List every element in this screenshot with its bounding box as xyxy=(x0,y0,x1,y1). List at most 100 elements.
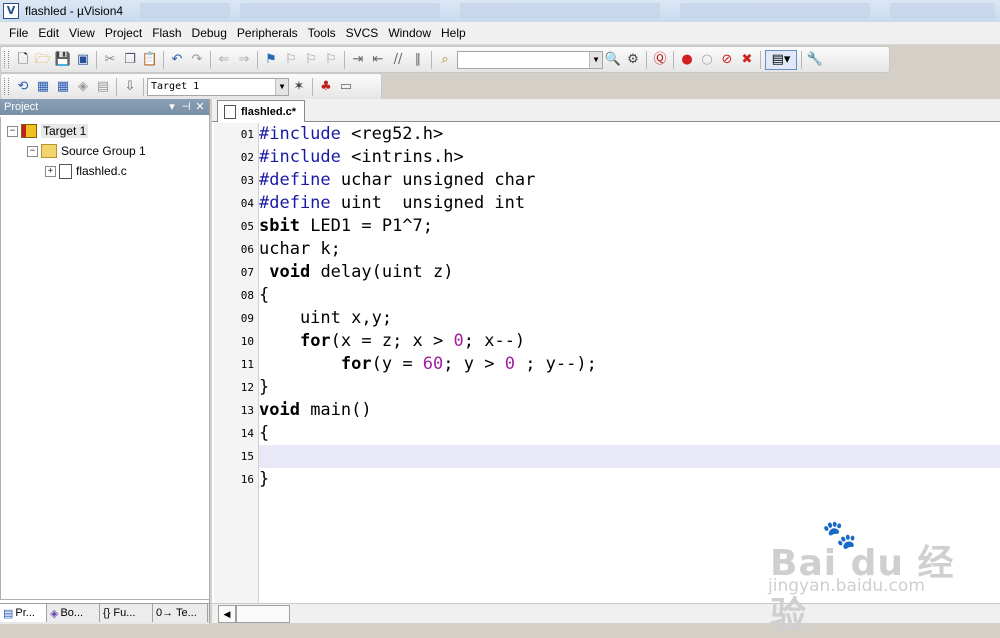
bookmark-prev-icon[interactable]: ⚐ xyxy=(282,51,300,69)
download-icon[interactable]: ⇩ xyxy=(121,78,139,96)
code-line: #include <reg52.h> xyxy=(259,124,444,144)
tree-item-target[interactable]: − Target 1 xyxy=(7,122,89,140)
toolbar-grip[interactable] xyxy=(4,78,9,95)
menu-debug[interactable]: Debug xyxy=(187,26,232,40)
scroll-left-icon[interactable]: ◀ xyxy=(218,605,236,623)
find-icon[interactable]: 🔍 xyxy=(604,51,622,69)
tab-flashled-c[interactable]: flashled.c* xyxy=(217,100,306,122)
menu-flash[interactable]: Flash xyxy=(147,26,186,40)
line-number: 16 xyxy=(240,473,254,486)
line-number: 14 xyxy=(240,427,254,440)
watermark-url: jingyan.baidu.com xyxy=(768,576,925,596)
window-layout-icon[interactable]: ▤▾ xyxy=(765,49,797,70)
line-number: 08 xyxy=(240,289,254,302)
tree-item-group[interactable]: − Source Group 1 xyxy=(27,142,146,160)
menu-help[interactable]: Help xyxy=(436,26,471,40)
stop-build-icon[interactable]: ▤ xyxy=(94,78,112,96)
menu-project[interactable]: Project xyxy=(100,26,147,40)
save-icon[interactable]: 💾 xyxy=(54,51,72,69)
books-icon: ◈ xyxy=(50,607,59,620)
menu-svcs[interactable]: SVCS xyxy=(341,26,384,40)
translate-icon[interactable]: ⟲ xyxy=(14,78,32,96)
configure-icon[interactable]: 🔧 xyxy=(806,51,824,69)
target-select[interactable]: Target 1 ▼ xyxy=(147,77,289,96)
code-line: { xyxy=(259,423,270,443)
unindent-icon[interactable]: ⇤ xyxy=(369,51,387,69)
find-in-files-icon[interactable]: ⌕ xyxy=(436,51,454,69)
navigate-forward-icon[interactable]: ⇒ xyxy=(235,51,253,69)
bookmark-icon[interactable]: ⚑ xyxy=(262,51,280,69)
menu-file[interactable]: File xyxy=(0,26,33,40)
navigate-back-icon[interactable]: ⇐ xyxy=(215,51,233,69)
separator xyxy=(143,77,144,96)
tab-label: flashled.c* xyxy=(241,105,297,118)
redo-icon[interactable]: ↷ xyxy=(188,51,206,69)
rebuild-icon[interactable]: ▦ xyxy=(54,78,72,96)
tree-label-file: flashled.c xyxy=(76,164,127,178)
folder-icon xyxy=(41,144,57,158)
code-line: #define uchar unsigned char xyxy=(259,170,536,190)
build-toolbar: ⟲ ▦ ▦ ◈ ▤ ⇩ Target 1 ▼ ✶ ♣ ▭ xyxy=(0,73,382,100)
separator xyxy=(646,50,647,69)
breakpoint-disable-all-icon[interactable]: ⊘ xyxy=(718,51,736,69)
pin-icon[interactable]: ⊣ xyxy=(179,99,193,115)
separator xyxy=(163,50,164,69)
copy-icon[interactable]: ❐ xyxy=(121,51,139,69)
breakpoint-insert-icon[interactable]: ● xyxy=(678,51,696,69)
manage-components-icon[interactable]: ♣ xyxy=(317,78,335,96)
tab-books[interactable]: ◈ Bo... xyxy=(47,604,100,622)
chevron-down-icon[interactable]: ▼ xyxy=(589,51,602,68)
code-line: } xyxy=(259,469,270,489)
project-bottom-tabs: ▤ Pr... ◈ Bo... {} Fu... 0→ Te... xyxy=(0,603,209,624)
line-number: 15 xyxy=(240,450,254,463)
separator xyxy=(431,50,432,69)
indent-icon[interactable]: ⇥ xyxy=(349,51,367,69)
manage-multi-project-icon[interactable]: ▭ xyxy=(337,78,355,96)
breakpoint-kill-all-icon[interactable]: ✖ xyxy=(738,51,756,69)
line-number: 12 xyxy=(240,381,254,394)
menu-tools[interactable]: Tools xyxy=(303,26,341,40)
close-icon[interactable]: ✕ xyxy=(193,99,207,115)
undo-icon[interactable]: ↶ xyxy=(168,51,186,69)
batch-build-icon[interactable]: ◈ xyxy=(74,78,92,96)
panel-menu-icon[interactable]: ▾ xyxy=(165,99,179,115)
toolbar-grip[interactable] xyxy=(4,51,9,68)
bookmark-next-icon[interactable]: ⚐ xyxy=(302,51,320,69)
find-combo[interactable]: ▼ xyxy=(457,50,603,69)
tree-item-file[interactable]: + flashled.c xyxy=(45,162,127,180)
new-file-icon[interactable]: 🗋 xyxy=(14,51,32,69)
project-panel-header: Project ▾ ⊣ ✕ xyxy=(0,99,209,115)
comment-icon[interactable]: // xyxy=(389,51,407,69)
menu-edit[interactable]: Edit xyxy=(33,26,64,40)
bookmark-clear-icon[interactable]: ⚐ xyxy=(322,51,340,69)
target-options-icon[interactable]: ✶ xyxy=(290,78,308,96)
incremental-find-icon[interactable]: ⚙ xyxy=(624,51,642,69)
open-folder-icon[interactable]: 🗁 xyxy=(34,51,52,69)
paste-icon[interactable]: 📋 xyxy=(141,51,159,69)
menu-window[interactable]: Window xyxy=(383,26,436,40)
uncomment-icon[interactable]: ∥ xyxy=(409,51,427,69)
tab-project[interactable]: ▤ Pr... xyxy=(0,604,47,622)
code-line: void delay(uint z) xyxy=(269,262,454,282)
tree-label-group: Source Group 1 xyxy=(61,144,146,158)
debug-session-icon[interactable]: Ⓠ xyxy=(651,51,669,69)
save-all-icon[interactable]: ▣ xyxy=(74,51,92,69)
tab-functions[interactable]: {} Fu... xyxy=(100,604,153,622)
collapse-icon[interactable]: − xyxy=(27,145,38,157)
expand-icon[interactable]: + xyxy=(45,165,56,177)
separator xyxy=(801,50,802,69)
build-icon[interactable]: ▦ xyxy=(34,78,52,96)
breakpoint-enable-icon[interactable]: ○ xyxy=(698,51,716,69)
menu-view[interactable]: View xyxy=(64,26,100,40)
line-number: 11 xyxy=(240,358,254,371)
line-number: 03 xyxy=(240,174,254,187)
cut-icon[interactable]: ✂ xyxy=(101,51,119,69)
menu-peripherals[interactable]: Peripherals xyxy=(232,26,303,40)
tab-templates[interactable]: 0→ Te... xyxy=(153,604,208,622)
background-tab-ghost xyxy=(140,3,230,19)
chevron-down-icon[interactable]: ▼ xyxy=(275,78,288,95)
line-number: 02 xyxy=(240,151,254,164)
scrollbar-thumb[interactable] xyxy=(236,605,290,623)
document-tabs: flashled.c* xyxy=(212,99,1000,122)
collapse-icon[interactable]: − xyxy=(7,125,18,137)
